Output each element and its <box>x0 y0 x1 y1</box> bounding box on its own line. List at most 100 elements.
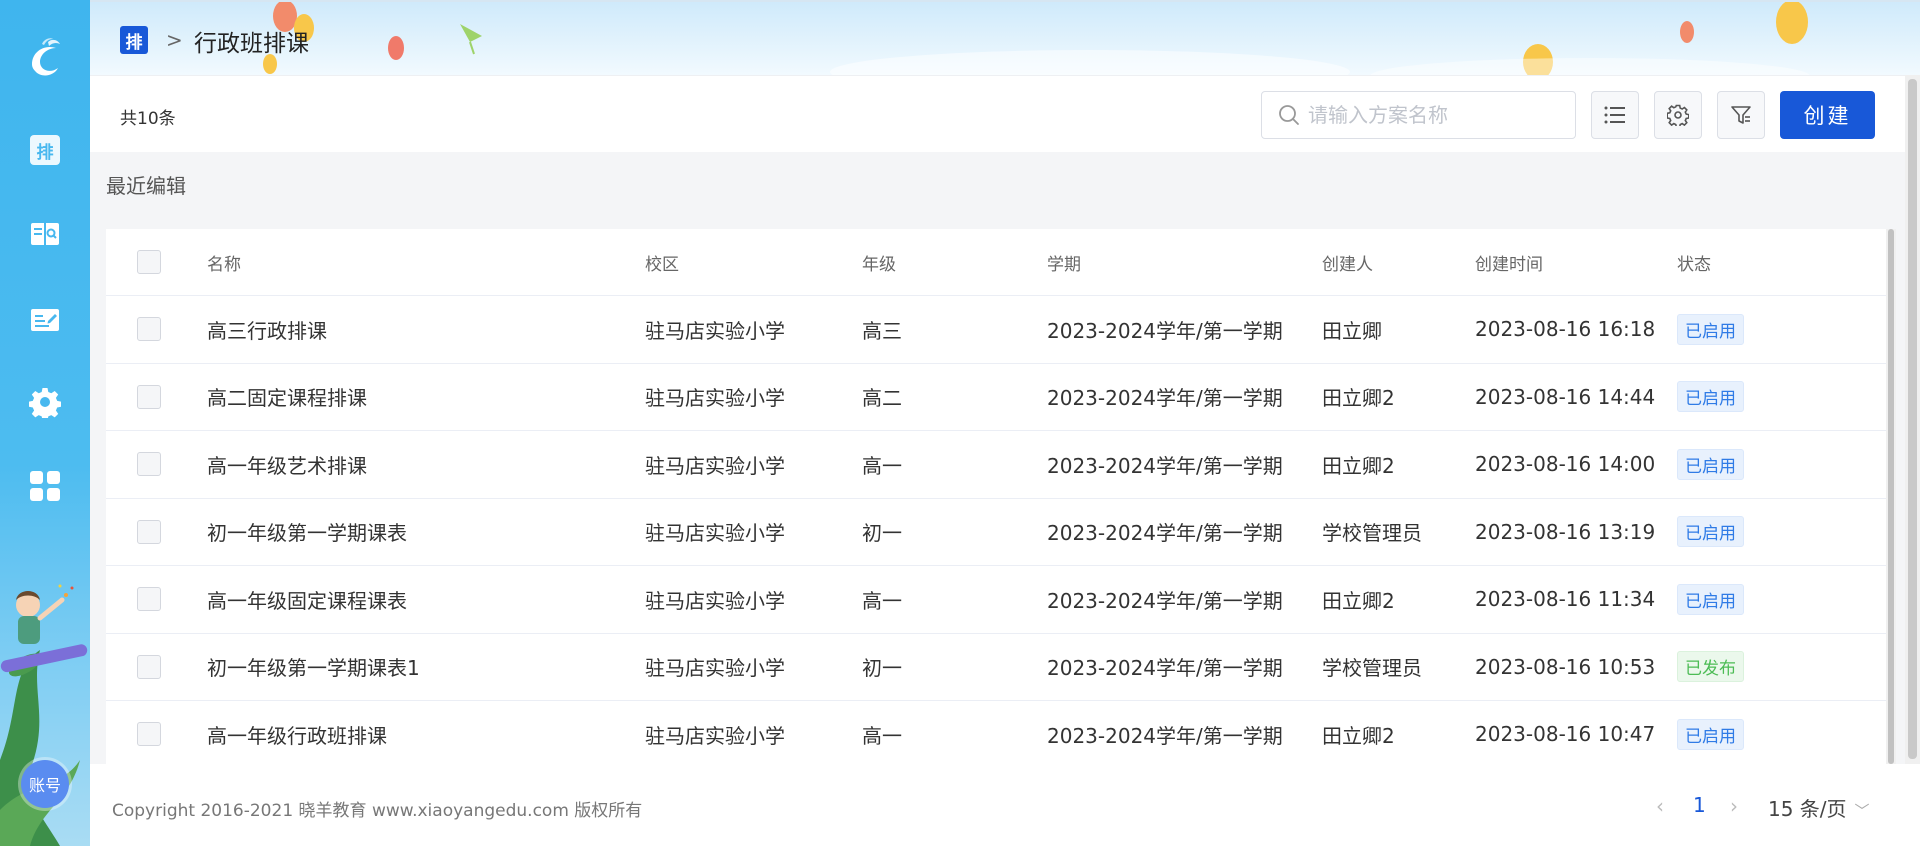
breadcrumb-badge: 排 <box>120 26 148 54</box>
status-badge: 已发布 <box>1677 651 1744 683</box>
sidebar-item-course-book[interactable] <box>28 217 62 251</box>
column-header-name[interactable]: 名称 <box>207 250 645 275</box>
page-scrollbar-thumb[interactable] <box>1908 79 1917 759</box>
status-badge: 已启用 <box>1677 583 1744 615</box>
row-status-cell: 已启用 <box>1677 313 1827 345</box>
row-checkbox[interactable] <box>137 317 161 342</box>
row-name[interactable]: 初一年级第一学期课表 <box>207 517 645 546</box>
table-row[interactable]: 初一年级第一学期课表 驻马店实验小学 初一 2023-2024学年/第一学期 学校管理员… <box>106 499 1892 566</box>
list-icon <box>1604 106 1625 124</box>
column-header-creator[interactable]: 创建人 <box>1322 250 1475 275</box>
row-creator: 田立卿2 <box>1322 453 1395 478</box>
plan-table: 名称 校区 年级 学期 创建人 创建时间 状态 高三行政排课 驻马店实验小学 高三 2… <box>106 229 1892 764</box>
sidebar-item-edit[interactable] <box>28 303 62 337</box>
row-creator: 田立卿 <box>1322 318 1382 343</box>
toolbar: 共10条 创建 <box>90 75 1920 152</box>
row-name[interactable]: 初一年级第一学期课表1 <box>207 652 645 681</box>
row-checkbox-cell <box>106 654 207 679</box>
table-row[interactable]: 初一年级第一学期课表1 驻马店实验小学 初一 2023-2024学年/第一学期 学校管理… <box>106 634 1892 701</box>
grid-apps-icon <box>30 471 60 501</box>
column-header-status[interactable]: 状态 <box>1677 250 1827 275</box>
header-banner: 排 > 行政班排课 <box>90 0 1920 75</box>
search-icon <box>1279 105 1299 125</box>
status-badge: 已启用 <box>1677 718 1744 750</box>
search-box[interactable] <box>1261 91 1576 139</box>
section-title: 最近编辑 <box>106 174 186 198</box>
row-checkbox[interactable] <box>137 519 161 544</box>
status-badge: 已启用 <box>1677 381 1744 413</box>
table-scrollbar[interactable] <box>1886 229 1896 764</box>
row-grade: 初一 <box>862 656 902 681</box>
status-badge: 已启用 <box>1677 313 1744 345</box>
row-creator: 田立卿2 <box>1322 386 1395 411</box>
row-checkbox-cell <box>106 384 207 409</box>
sidebar-item-schedule[interactable]: 排 <box>28 133 62 167</box>
row-checkbox[interactable] <box>137 587 161 612</box>
next-page-button[interactable]: › <box>1730 794 1738 818</box>
table-row[interactable]: 高二固定课程排课 驻马店实验小学 高二 2023-2024学年/第一学期 田立卿2 202… <box>106 364 1892 431</box>
app-logo-icon[interactable] <box>22 34 70 82</box>
row-term: 2023-2024学年/第一学期 <box>1047 521 1283 546</box>
row-name[interactable]: 高一年级行政班排课 <box>207 720 645 749</box>
account-avatar[interactable]: 账号 <box>21 760 69 808</box>
page-number-current[interactable]: 1 <box>1693 793 1706 817</box>
sidebar-item-apps[interactable] <box>28 469 62 503</box>
row-grade: 高一 <box>862 453 902 478</box>
total-count: 共10条 <box>120 109 176 129</box>
row-term: 2023-2024学年/第一学期 <box>1047 386 1283 411</box>
page-size-label: 15 条/页 <box>1768 797 1847 821</box>
row-checkbox-cell <box>106 722 207 747</box>
column-header-term[interactable]: 学期 <box>1047 250 1322 275</box>
column-header-grade[interactable]: 年级 <box>862 250 1047 275</box>
row-checkbox-cell <box>106 317 207 342</box>
row-checkbox[interactable] <box>137 384 161 409</box>
column-header-campus[interactable]: 校区 <box>645 250 862 275</box>
filter-icon <box>1731 106 1751 124</box>
gear-icon <box>1667 104 1689 126</box>
settings-button[interactable] <box>1654 91 1702 139</box>
page-scrollbar[interactable] <box>1905 75 1920 765</box>
list-view-button[interactable] <box>1591 91 1639 139</box>
row-status-cell: 已启用 <box>1677 381 1827 413</box>
sidebar-item-settings[interactable] <box>28 385 62 419</box>
row-status-cell: 已启用 <box>1677 583 1827 615</box>
prev-page-button[interactable]: ‹ <box>1656 794 1664 818</box>
row-grade: 高二 <box>862 386 902 411</box>
page-title: 行政班排课 <box>194 31 309 57</box>
row-created-time: 2023-08-16 14:00 <box>1475 452 1656 477</box>
row-status-cell: 已启用 <box>1677 448 1827 480</box>
row-status-cell: 已启用 <box>1677 516 1827 548</box>
row-creator: 田立卿2 <box>1322 723 1395 748</box>
table-scrollbar-thumb[interactable] <box>1888 229 1894 764</box>
table-body: 高三行政排课 驻马店实验小学 高三 2023-2024学年/第一学期 田立卿 2023-0… <box>106 296 1892 764</box>
table-row[interactable]: 高一年级行政班排课 驻马店实验小学 高一 2023-2024学年/第一学期 田立卿2 20… <box>106 701 1892 764</box>
create-button[interactable]: 创建 <box>1780 91 1875 139</box>
filter-button[interactable] <box>1717 91 1765 139</box>
row-checkbox-cell <box>106 587 207 612</box>
row-creator: 学校管理员 <box>1322 521 1422 546</box>
select-all-checkbox[interactable] <box>137 250 161 274</box>
sidebar: 排 账号 <box>0 0 90 846</box>
row-campus: 驻马店实验小学 <box>645 656 785 681</box>
row-created-time: 2023-08-16 16:18 <box>1475 317 1656 342</box>
row-name[interactable]: 高一年级固定课程课表 <box>207 585 645 614</box>
row-created-time: 2023-08-16 13:19 <box>1475 519 1656 544</box>
page-size-select[interactable]: 15 条/页 ﹀ <box>1768 793 1870 822</box>
row-name[interactable]: 高三行政排课 <box>207 315 645 344</box>
row-name[interactable]: 高二固定课程排课 <box>207 382 645 411</box>
row-checkbox[interactable] <box>137 654 161 679</box>
table-row[interactable]: 高一年级艺术排课 驻马店实验小学 高一 2023-2024学年/第一学期 田立卿2 202… <box>106 431 1892 499</box>
row-checkbox[interactable] <box>137 452 161 477</box>
row-created-time: 2023-08-16 11:34 <box>1475 587 1656 612</box>
row-checkbox-cell <box>106 519 207 544</box>
row-term: 2023-2024学年/第一学期 <box>1047 656 1283 681</box>
column-header-created-time[interactable]: 创建时间 <box>1475 250 1677 275</box>
row-campus: 驻马店实验小学 <box>645 588 785 613</box>
search-input[interactable] <box>1308 103 1568 127</box>
table-row[interactable]: 高一年级固定课程课表 驻马店实验小学 高一 2023-2024学年/第一学期 田立卿2 2… <box>106 566 1892 634</box>
table-row[interactable]: 高三行政排课 驻马店实验小学 高三 2023-2024学年/第一学期 田立卿 2023-0… <box>106 296 1892 364</box>
status-badge: 已启用 <box>1677 516 1744 548</box>
row-checkbox[interactable] <box>137 722 161 747</box>
row-campus: 驻马店实验小学 <box>645 521 785 546</box>
row-name[interactable]: 高一年级艺术排课 <box>207 450 645 479</box>
